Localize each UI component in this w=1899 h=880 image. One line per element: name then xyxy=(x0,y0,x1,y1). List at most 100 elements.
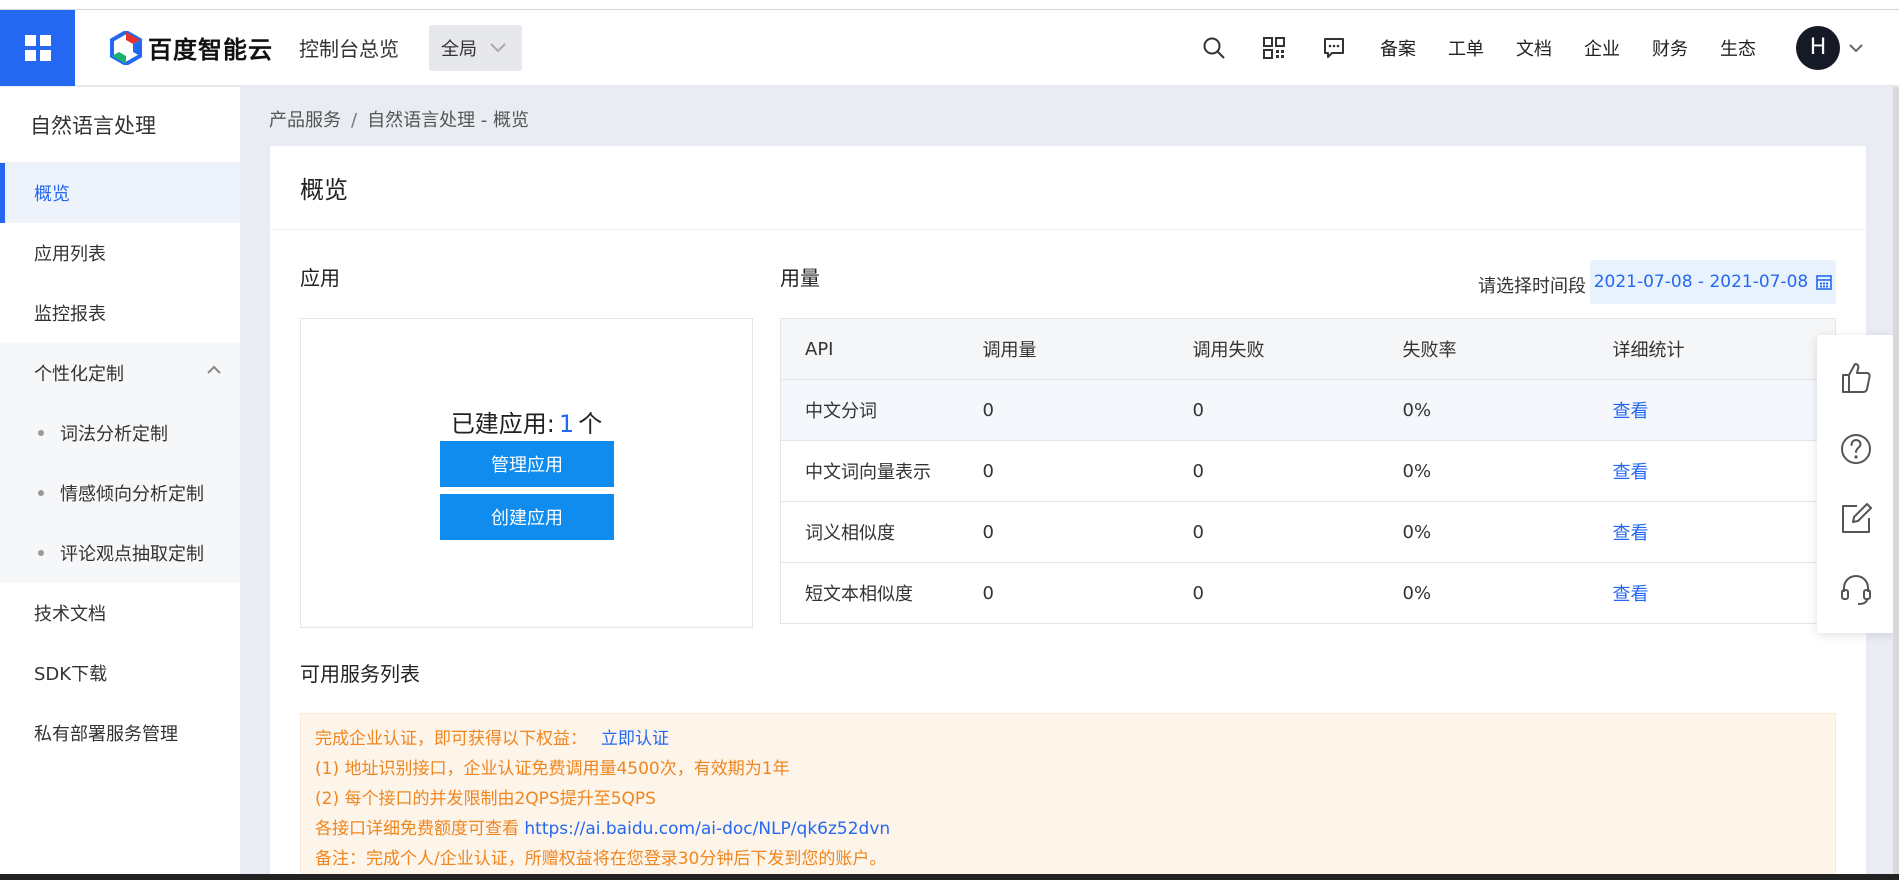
thumbs-up-icon xyxy=(1842,363,1871,394)
brand-name: 百度智能云 xyxy=(148,36,273,64)
table-row: 短文本相似度 0 0 0% 查看 xyxy=(780,562,1836,624)
baidu-cloud-logo-icon xyxy=(110,30,142,65)
cell-rate: 0% xyxy=(1402,440,1613,502)
edit-feedback-button[interactable] xyxy=(1839,502,1873,536)
quota-doc-link[interactable]: https://ai.baidu.com/ai-doc/NLP/qk6z52dv… xyxy=(524,819,890,839)
cell-calls: 0 xyxy=(982,379,1193,441)
cell-rate: 0% xyxy=(1402,562,1613,624)
sidebar-item-private-deploy[interactable]: 私有部署服务管理 xyxy=(0,703,240,763)
search-button[interactable] xyxy=(1184,10,1244,86)
col-details: 详细统计 xyxy=(1612,318,1836,380)
nav-finance[interactable]: 财务 xyxy=(1636,35,1704,61)
search-icon xyxy=(1203,37,1225,59)
region-scope-select[interactable]: 全局 xyxy=(429,24,522,71)
top-header: 百度智能云 控制台总览 全局 备案 工单 文档 企业 财务 生态 H xyxy=(0,9,1899,86)
chevron-up-icon xyxy=(207,365,221,374)
sidebar-subitem-comment[interactable]: 评论观点抽取定制 xyxy=(0,523,240,583)
sidebar-subitem-lexer[interactable]: 词法分析定制 xyxy=(0,403,240,463)
app-count-number: 1 xyxy=(558,410,575,438)
chevron-down-icon[interactable] xyxy=(1848,43,1864,53)
bullet-icon xyxy=(38,430,44,436)
cell-fails: 0 xyxy=(1192,440,1403,502)
chevron-down-icon xyxy=(490,42,506,52)
page-scrollbar[interactable] xyxy=(1893,87,1899,880)
view-details-link[interactable]: 查看 xyxy=(1613,584,1649,605)
calendar-icon xyxy=(1816,275,1833,290)
sidebar-item-monitor[interactable]: 监控报表 xyxy=(0,283,240,343)
main-panel: 概览 应用 已建应用: 1 个 管理应用 创建应用 用量 请选择时间段 2021-0… xyxy=(270,146,1866,880)
sidebar-item-overview[interactable]: 概览 xyxy=(0,163,240,223)
cell-fails: 0 xyxy=(1192,562,1403,624)
col-api: API xyxy=(780,318,983,380)
feedback-like-button[interactable] xyxy=(1839,361,1873,395)
apps-card: 已建应用: 1 个 管理应用 创建应用 xyxy=(300,318,753,628)
col-calls: 调用量 xyxy=(982,318,1193,380)
brand-logo[interactable]: 百度智能云 xyxy=(110,30,273,65)
col-fail-rate: 失败率 xyxy=(1402,318,1613,380)
certification-notice: 完成企业认证，即可获得以下权益： 立即认证 (1) 地址识别接口，企业认证免费调用… xyxy=(300,713,1836,880)
sidebar-item-docs[interactable]: 技术文档 xyxy=(0,583,240,643)
create-app-button[interactable]: 创建应用 xyxy=(440,494,614,540)
messages-button[interactable] xyxy=(1304,10,1364,86)
nav-docs[interactable]: 文档 xyxy=(1500,35,1568,61)
qrcode-icon xyxy=(1263,36,1285,59)
product-menu-button[interactable] xyxy=(0,9,75,86)
notice-line: 备注：完成个人/企业认证，所赠权益将在您登录30分钟后下发到您的账户。 xyxy=(315,849,887,869)
view-details-link[interactable]: 查看 xyxy=(1613,523,1649,544)
scope-value: 全局 xyxy=(441,38,477,60)
table-row: 中文词向量表示 0 0 0% 查看 xyxy=(780,440,1836,502)
nav-ticket[interactable]: 工单 xyxy=(1432,35,1500,61)
header-actions: 备案 工单 文档 企业 财务 生态 H xyxy=(1184,10,1899,85)
floating-toolbar xyxy=(1817,335,1895,633)
manage-apps-button[interactable]: 管理应用 xyxy=(440,441,614,487)
message-icon xyxy=(1324,37,1344,58)
nav-beian[interactable]: 备案 xyxy=(1364,35,1432,61)
date-range-label: 请选择时间段 xyxy=(1478,276,1586,297)
sidebar-item-label: 个性化定制 xyxy=(34,364,124,385)
cell-fails: 0 xyxy=(1192,379,1403,441)
console-overview-link[interactable]: 控制台总览 xyxy=(299,33,399,62)
nav-ecosystem[interactable]: 生态 xyxy=(1704,35,1772,61)
sidebar-subitem-sentiment[interactable]: 情感倾向分析定制 xyxy=(0,463,240,523)
sidebar: 自然语言处理 概览 应用列表 监控报表 个性化定制 词法分析定制 情感倾向分析定… xyxy=(0,87,240,880)
cell-fails: 0 xyxy=(1192,501,1403,563)
usage-table: API 调用量 调用失败 失败率 详细统计 中文分词 0 0 0% 查看 中文词… xyxy=(780,318,1836,624)
customer-service-button[interactable] xyxy=(1839,573,1873,607)
view-details-link[interactable]: 查看 xyxy=(1613,401,1649,422)
page-title: 概览 xyxy=(270,146,1866,230)
sidebar-item-sdk[interactable]: SDK下载 xyxy=(0,643,240,703)
notice-quota-text: 各接口详细免费额度可查看 xyxy=(315,819,519,839)
breadcrumb: 产品服务 / 自然语言处理 - 概览 xyxy=(269,106,529,132)
apps-section-title: 应用 xyxy=(300,266,340,290)
app-count-text: 已建应用: 1 个 xyxy=(301,404,752,439)
app-count-prefix: 已建应用: xyxy=(450,410,555,438)
user-avatar[interactable]: H xyxy=(1796,25,1840,70)
certify-now-link[interactable]: 立即认证 xyxy=(601,729,669,749)
notice-line: 各接口详细免费额度可查看 https://ai.baidu.com/ai-doc… xyxy=(315,814,1821,844)
cell-api: 短文本相似度 xyxy=(780,562,983,624)
cell-calls: 0 xyxy=(982,501,1193,563)
headset-icon xyxy=(1841,574,1871,605)
sidebar-group-custom: 个性化定制 词法分析定制 情感倾向分析定制 评论观点抽取定制 xyxy=(0,343,240,583)
notice-line: 完成企业认证，即可获得以下权益： 立即认证 xyxy=(315,724,1821,754)
grid-icon xyxy=(24,34,51,61)
usage-section-title: 用量 xyxy=(780,266,820,290)
breadcrumb-separator: / xyxy=(351,110,358,131)
nav-enterprise[interactable]: 企业 xyxy=(1568,35,1636,61)
date-range-picker[interactable]: 2021-07-08 - 2021-07-08 xyxy=(1590,260,1836,304)
cell-rate: 0% xyxy=(1402,379,1613,441)
app-count-suffix: 个 xyxy=(578,410,603,438)
bullet-icon xyxy=(38,490,44,496)
table-row: 中文分词 0 0 0% 查看 xyxy=(780,379,1836,441)
table-header-row: API 调用量 调用失败 失败率 详细统计 xyxy=(780,318,1836,380)
notice-line: (2) 每个接口的并发限制由2QPS提升至5QPS xyxy=(315,789,656,809)
edit-icon xyxy=(1842,503,1872,534)
sidebar-item-app-list[interactable]: 应用列表 xyxy=(0,223,240,283)
cell-api: 词义相似度 xyxy=(780,501,983,563)
help-button[interactable] xyxy=(1839,432,1873,466)
cell-rate: 0% xyxy=(1402,501,1613,563)
view-details-link[interactable]: 查看 xyxy=(1613,462,1649,483)
sidebar-item-custom[interactable]: 个性化定制 xyxy=(0,343,240,403)
breadcrumb-root[interactable]: 产品服务 xyxy=(269,110,341,131)
qrcode-button[interactable] xyxy=(1244,10,1304,86)
